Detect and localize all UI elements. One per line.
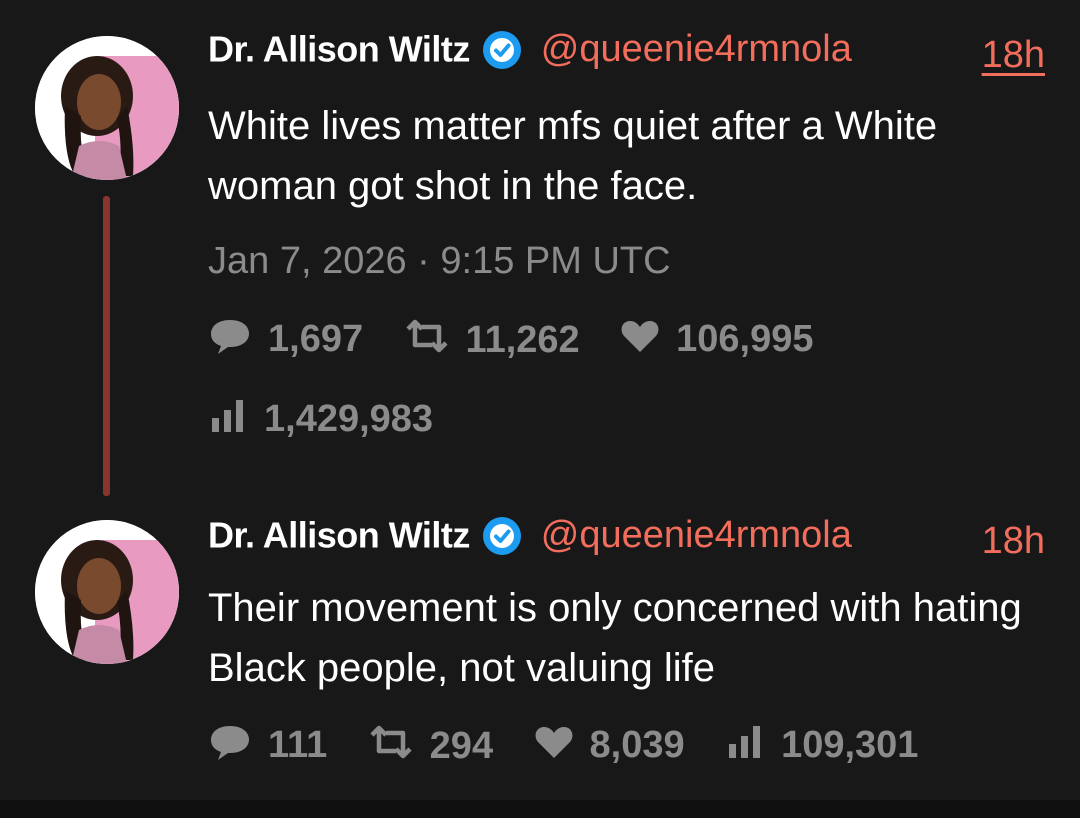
tweet-stats: 1,697 11,262 106,995 — [208, 316, 814, 366]
tweet-text: White lives matter mfs quiet after a Whi… — [208, 104, 938, 208]
bottom-bar — [0, 800, 1080, 818]
retweet-icon — [368, 725, 414, 769]
views-count: 1,429,983 — [264, 398, 434, 441]
verified-badge-icon — [482, 30, 522, 70]
tweet-header: Dr. Allison Wiltz @queenie4rmnola — [208, 514, 852, 564]
verified-badge-icon — [482, 516, 522, 556]
views-count: 109,301 — [781, 724, 919, 767]
tweet-views: 1,429,983 — [208, 398, 433, 444]
reply-count: 1,697 — [268, 318, 364, 361]
views-icon — [725, 724, 765, 770]
like-count: 8,039 — [589, 724, 685, 767]
retweet-stat[interactable]: 11,262 — [404, 319, 580, 364]
reply-count: 111 — [268, 724, 328, 767]
avatar[interactable] — [35, 36, 179, 180]
comment-icon — [208, 316, 252, 366]
views-stat[interactable]: 109,301 — [725, 724, 918, 770]
views-icon — [208, 398, 248, 444]
like-stat[interactable]: 106,995 — [620, 318, 814, 364]
reply-stat[interactable]: 111 — [208, 722, 327, 772]
retweet-stat[interactable]: 294 — [368, 725, 493, 770]
retweet-count: 11,262 — [465, 318, 580, 361]
heart-icon — [620, 318, 660, 364]
author-name[interactable]: Dr. Allison Wiltz — [208, 29, 470, 70]
retweet-count: 294 — [429, 724, 494, 767]
retweet-icon — [404, 319, 450, 363]
author-handle[interactable]: @queenie4rmnola — [541, 28, 852, 70]
author-name[interactable]: Dr. Allison Wiltz — [208, 515, 470, 556]
avatar[interactable] — [35, 520, 179, 664]
like-count: 106,995 — [676, 318, 814, 361]
tweet-header: Dr. Allison Wiltz @queenie4rmnola — [208, 28, 852, 78]
comment-icon — [208, 722, 252, 772]
thread-connector-line — [103, 196, 110, 496]
views-stat[interactable]: 1,429,983 — [208, 398, 433, 444]
tweet-text: Their movement is only concerned with ha… — [208, 586, 1022, 690]
author-handle[interactable]: @queenie4rmnola — [541, 514, 852, 556]
reply-stat[interactable]: 1,697 — [208, 316, 363, 366]
heart-icon — [534, 724, 574, 770]
tweet-time-link[interactable]: 18h — [982, 34, 1045, 77]
tweet-date: Jan 7, 2026 · 9:15 PM UTC — [208, 240, 671, 282]
tweet-time-link[interactable]: 18h — [982, 520, 1045, 563]
tweet-stats: 111 294 8,039 109,301 — [208, 722, 918, 772]
like-stat[interactable]: 8,039 — [534, 724, 685, 770]
